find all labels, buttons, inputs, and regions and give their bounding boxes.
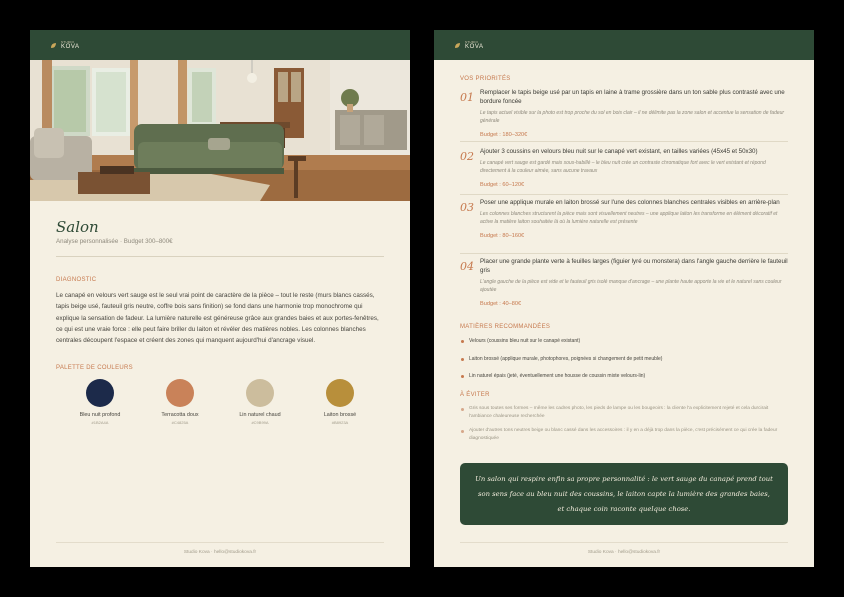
living-room-photo <box>30 60 410 201</box>
footer-contact: Studio Kova · hello@studiokova.fr <box>183 550 257 555</box>
priority-action: Remplacer le tapis beige usé par un tapi… <box>480 89 785 105</box>
materials-heading: Matières recommandées <box>460 324 551 330</box>
priority-action: Placer une grande plante verte à feuille… <box>480 258 788 274</box>
priority-budget: Budget : 180–320€ <box>480 131 528 138</box>
divider <box>56 256 384 257</box>
room-subtitle: Analyse personnalisée · Budget 300–800€ <box>56 238 173 245</box>
swatch-name: Terracotta doux <box>161 412 199 418</box>
avoid-list: Gris sous toutes ses formes – même les c… <box>460 405 790 449</box>
header-bar: STUDIO KOVA <box>30 30 410 60</box>
swatch: Terracotta doux #C4825A <box>140 379 220 425</box>
report-page-left: STUDIO KOVA Salon Analyse personnalisée … <box>30 30 410 567</box>
footer-divider <box>56 542 384 543</box>
quote-text: Un salon qui respire enfin sa propre per… <box>475 474 773 513</box>
priority-item: 02 Ajouter 3 coussins en velours bleu nu… <box>460 147 790 188</box>
priority-number: 03 <box>460 201 474 214</box>
priority-budget: Budget : 40–80€ <box>480 300 522 307</box>
priority-reason: Les colonnes blanches structurent la piè… <box>480 211 778 226</box>
swatch: Bleu nuit profond #1B2A4A <box>60 379 140 425</box>
priority-item: 04 Placer une grande plante verte à feui… <box>460 257 790 307</box>
priority-reason: Le tapis actuel visible sur la photo est… <box>480 110 785 125</box>
list-item: Velours (coussins bleu nuit sur le canap… <box>460 337 790 345</box>
priority-item: 01 Remplacer le tapis beige usé par un t… <box>460 88 790 138</box>
list-item: Ajouter d'autres tons neutres beige ou b… <box>460 427 790 443</box>
priority-reason: L'angle gauche de la pièce est vide et l… <box>480 279 782 294</box>
priority-action: Poser une applique murale en laiton bros… <box>480 199 780 206</box>
brand-logo: STUDIO KOVA <box>50 40 80 50</box>
brand-name: KOVA <box>61 43 80 50</box>
materials-list: Velours (coussins bleu nuit sur le canap… <box>460 337 790 390</box>
header-bar: STUDIO KOVA <box>434 30 814 60</box>
palette-heading: Palette de couleurs <box>56 365 133 371</box>
color-palette: Bleu nuit profond #1B2A4A Terracotta dou… <box>60 379 380 425</box>
priority-number: 04 <box>460 260 474 273</box>
priority-number: 02 <box>460 150 474 163</box>
room-title: Salon <box>56 218 99 236</box>
priority-budget: Budget : 60–120€ <box>480 181 525 188</box>
swatch-hex: #B8923A <box>331 420 349 425</box>
list-item: Lin naturel épais (jeté, éventuellement … <box>460 372 790 380</box>
swatch-name: Lin naturel chaud <box>239 412 281 418</box>
leaf-icon <box>50 42 57 49</box>
swatch-hex: #C4825A <box>171 420 189 425</box>
priority-divider <box>460 194 788 195</box>
priority-divider <box>460 253 788 254</box>
swatch-dot <box>166 379 194 407</box>
diagnostic-text: Le canapé en velours vert sauge est le s… <box>56 292 379 345</box>
brand-logo: STUDIO KOVA <box>454 40 484 50</box>
priority-budget: Budget : 80–160€ <box>480 232 525 239</box>
swatch-dot <box>326 379 354 407</box>
report-page-right: STUDIO KOVA Vos priorités 01 Remplacer l… <box>434 30 814 567</box>
swatch: Laiton brossé #B8923A <box>300 379 380 425</box>
swatch-hex: #1B2A4A <box>91 420 109 425</box>
footer-contact: Studio Kova · hello@studiokova.fr <box>587 550 661 555</box>
priority-number: 01 <box>460 91 474 104</box>
brand-name: KOVA <box>465 43 484 50</box>
priority-reason: Le canapé vert sauge est gardé mais sous… <box>480 160 766 175</box>
diagnostic-heading: Diagnostic <box>56 277 97 283</box>
swatch-dot <box>86 379 114 407</box>
avoid-heading: À éviter <box>460 392 490 398</box>
priority-divider <box>460 141 788 142</box>
priority-item: 03 Poser une applique murale en laiton b… <box>460 198 790 239</box>
swatch-dot <box>246 379 274 407</box>
summary-quote: Un salon qui respire enfin sa propre per… <box>460 463 788 525</box>
swatch: Lin naturel chaud #C9B99A <box>220 379 300 425</box>
swatch-name: Laiton brossé <box>323 412 357 418</box>
priorities-heading: Vos priorités <box>460 76 511 82</box>
list-item: Laiton brossé (applique murale, photopho… <box>460 355 790 363</box>
priority-action: Ajouter 3 coussins en velours bleu nuit … <box>480 148 758 155</box>
swatch-name: Bleu nuit profond <box>79 412 121 418</box>
list-item: Gris sous toutes ses formes – même les c… <box>460 405 790 421</box>
footer-divider <box>460 542 788 543</box>
leaf-icon <box>454 42 461 49</box>
swatch-hex: #C9B99A <box>251 420 269 425</box>
